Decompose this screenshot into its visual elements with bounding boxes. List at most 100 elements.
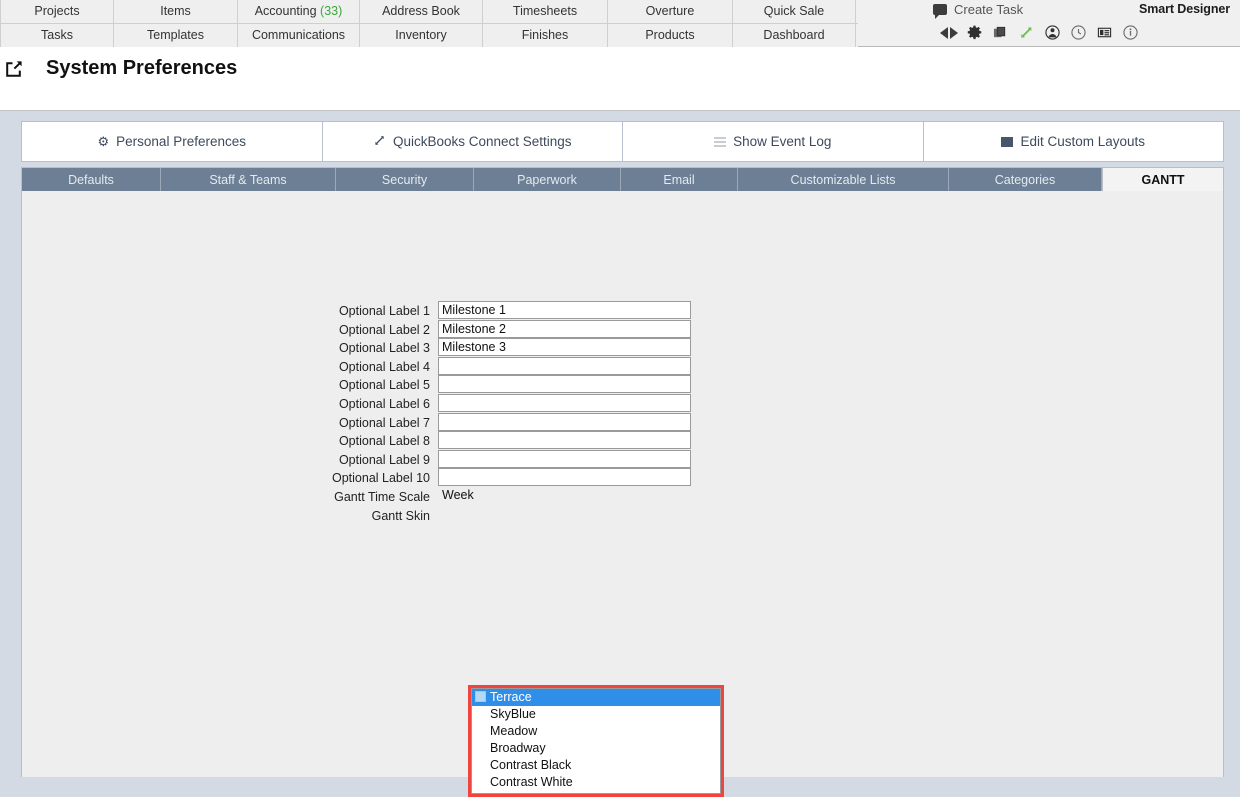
input-optional-label-6[interactable] bbox=[438, 393, 691, 412]
nav-item-accounting[interactable]: Accounting (33) bbox=[238, 0, 360, 23]
input-optional-label-4[interactable] bbox=[438, 356, 691, 375]
tab-edit-custom-layouts[interactable]: Edit Custom Layouts bbox=[923, 122, 1223, 161]
dropdown-option-label: Meadow bbox=[490, 724, 538, 738]
page-header: System Preferences bbox=[0, 47, 1240, 111]
label-gantt-time-scale: Gantt Time Scale bbox=[334, 489, 430, 504]
nav-back-forward-icon[interactable] bbox=[939, 24, 958, 41]
subtab-label: GANTT bbox=[1141, 172, 1185, 187]
nav-item-label: Address Book bbox=[382, 4, 460, 18]
create-task-button[interactable]: Create Task bbox=[933, 2, 1024, 19]
nav-item-label: Communications bbox=[251, 28, 346, 42]
subtab-label: Categories bbox=[994, 172, 1056, 187]
clock-icon[interactable] bbox=[1070, 24, 1087, 41]
dropdown-option-meadow[interactable]: Meadow bbox=[472, 723, 720, 740]
nav-item-label: Products bbox=[645, 28, 695, 42]
nav-item-address-book[interactable]: Address Book bbox=[360, 0, 483, 23]
label-optional-label-8: Optional Label 8 bbox=[338, 434, 430, 449]
label-optional-label-7: Optional Label 7 bbox=[338, 415, 430, 430]
label-optional-label-9: Optional Label 9 bbox=[338, 452, 430, 467]
dropdown-option-terrace[interactable]: Terrace bbox=[472, 689, 720, 706]
label-optional-label-1: Optional Label 1 bbox=[338, 304, 430, 318]
nav-item-tasks[interactable]: Tasks bbox=[0, 24, 114, 48]
input-optional-label-9[interactable] bbox=[438, 449, 691, 468]
nav-item-dashboard[interactable]: Dashboard bbox=[733, 24, 856, 48]
copy-windows-icon[interactable] bbox=[992, 24, 1009, 41]
gantt-settings-body: Optional Label 1 Milestone 1 Optional Labe… bbox=[22, 191, 1223, 797]
subtab-staff-teams[interactable]: Staff & Teams bbox=[161, 168, 336, 191]
input-optional-label-10[interactable] bbox=[438, 468, 691, 487]
right-gutter bbox=[1224, 112, 1240, 777]
subtab-customizable-lists[interactable]: Customizable Lists bbox=[738, 168, 949, 191]
form-row-gantt-skin: Gantt Skin bbox=[22, 507, 1223, 526]
subtab-label: Defaults bbox=[68, 172, 114, 187]
nav-item-projects[interactable]: Projects bbox=[0, 0, 114, 23]
dropdown-option-label: SkyBlue bbox=[490, 707, 536, 721]
nav-item-timesheets[interactable]: Timesheets bbox=[483, 0, 608, 23]
input-optional-label-1[interactable]: Milestone 1 bbox=[438, 301, 691, 319]
nav-item-overture[interactable]: Overture bbox=[608, 0, 733, 23]
subtab-email[interactable]: Email bbox=[621, 168, 738, 191]
nav-item-label: Finishes bbox=[521, 28, 569, 42]
dropdown-option-contrast-black[interactable]: Contrast Black bbox=[472, 757, 720, 774]
settings-panel: Defaults Staff & Teams Security Paperwork Em… bbox=[21, 167, 1224, 797]
user-icon[interactable] bbox=[1044, 24, 1061, 41]
input-optional-label-7[interactable] bbox=[438, 412, 691, 431]
nav-item-label: Items bbox=[160, 4, 191, 18]
tab-label: QuickBooks Connect Settings bbox=[392, 134, 572, 149]
subtab-defaults[interactable]: Defaults bbox=[22, 168, 161, 191]
nav-item-templates[interactable]: Templates bbox=[114, 24, 238, 48]
checkbox-icon bbox=[475, 691, 486, 702]
nav-item-communications[interactable]: Communications bbox=[238, 24, 360, 48]
subtab-security[interactable]: Security bbox=[336, 168, 474, 191]
info-icon[interactable] bbox=[1122, 24, 1139, 41]
input-optional-label-2[interactable]: Milestone 2 bbox=[438, 319, 691, 338]
list-lines-icon bbox=[714, 136, 727, 147]
dropdown-option-label: Contrast Black bbox=[490, 758, 572, 772]
subtab-gantt[interactable]: GANTT bbox=[1102, 168, 1223, 191]
nav-item-label: Overture bbox=[645, 4, 695, 18]
input-gantt-time-scale[interactable]: Week bbox=[438, 487, 691, 505]
form-row-optional-label-10: Optional Label 10 bbox=[22, 468, 1223, 488]
dropdown-option-skyblue[interactable]: SkyBlue bbox=[472, 706, 720, 723]
speech-bubble-icon bbox=[933, 4, 947, 19]
form-row-optional-label-3: Optional Label 3 Milestone 3 bbox=[22, 338, 1223, 358]
label-optional-label-2: Optional Label 2 bbox=[338, 322, 430, 337]
input-optional-label-3[interactable]: Milestone 3 bbox=[438, 338, 691, 357]
gear-icon[interactable] bbox=[966, 24, 983, 41]
card-icon[interactable] bbox=[1096, 24, 1113, 41]
gantt-skin-dropdown[interactable]: Terrace SkyBlue Meadow Broadway Contrast Bla… bbox=[468, 685, 724, 797]
subtab-categories[interactable]: Categories bbox=[949, 168, 1102, 191]
brand-label: Smart Designer bbox=[1139, 2, 1230, 16]
nav-item-label: Inventory bbox=[395, 28, 447, 42]
tab-label: Personal Preferences bbox=[116, 134, 246, 149]
nav-item-products[interactable]: Products bbox=[608, 24, 733, 48]
nav-item-items[interactable]: Items bbox=[114, 0, 238, 23]
primary-tab-bar: ⚙ Personal Preferences QuickBooks Connect … bbox=[21, 121, 1224, 162]
nav-item-quick-sale[interactable]: Quick Sale bbox=[733, 0, 856, 23]
tab-personal-preferences[interactable]: ⚙ Personal Preferences bbox=[22, 122, 323, 161]
subtab-label: Email bbox=[663, 172, 695, 187]
toolbar-icon-row bbox=[939, 24, 1139, 41]
subtab-paperwork[interactable]: Paperwork bbox=[474, 168, 621, 191]
input-optional-label-8[interactable] bbox=[438, 431, 691, 450]
tab-show-event-log[interactable]: Show Event Log bbox=[623, 122, 924, 161]
tab-quickbooks-connect-settings[interactable]: QuickBooks Connect Settings bbox=[322, 122, 623, 161]
label-optional-label-6: Optional Label 6 bbox=[338, 396, 430, 411]
dropdown-option-broadway[interactable]: Broadway bbox=[472, 740, 720, 757]
nav-item-inventory[interactable]: Inventory bbox=[360, 24, 483, 48]
input-optional-label-5[interactable] bbox=[438, 375, 691, 394]
subtab-label: Security bbox=[381, 172, 428, 187]
nav-item-finishes[interactable]: Finishes bbox=[483, 24, 608, 48]
expand-arrows-icon[interactable] bbox=[1018, 24, 1035, 41]
dropdown-option-label: Terrace bbox=[490, 690, 532, 704]
form-row-optional-label-9: Optional Label 9 bbox=[22, 449, 1223, 470]
external-link-icon[interactable] bbox=[5, 60, 23, 78]
input-gantt-skin[interactable] bbox=[438, 506, 691, 524]
label-gantt-skin: Gantt Skin bbox=[371, 508, 430, 523]
create-task-label: Create Task bbox=[954, 2, 1024, 17]
subtab-label: Customizable Lists bbox=[790, 172, 896, 187]
nav-item-label: Projects bbox=[34, 4, 80, 18]
form-row-optional-label-2: Optional Label 2 Milestone 2 bbox=[22, 319, 1223, 340]
gantt-skin-dropdown-list[interactable]: Terrace SkyBlue Meadow Broadway Contrast Bla… bbox=[471, 688, 721, 794]
label-optional-label-10: Optional Label 10 bbox=[332, 471, 430, 486]
